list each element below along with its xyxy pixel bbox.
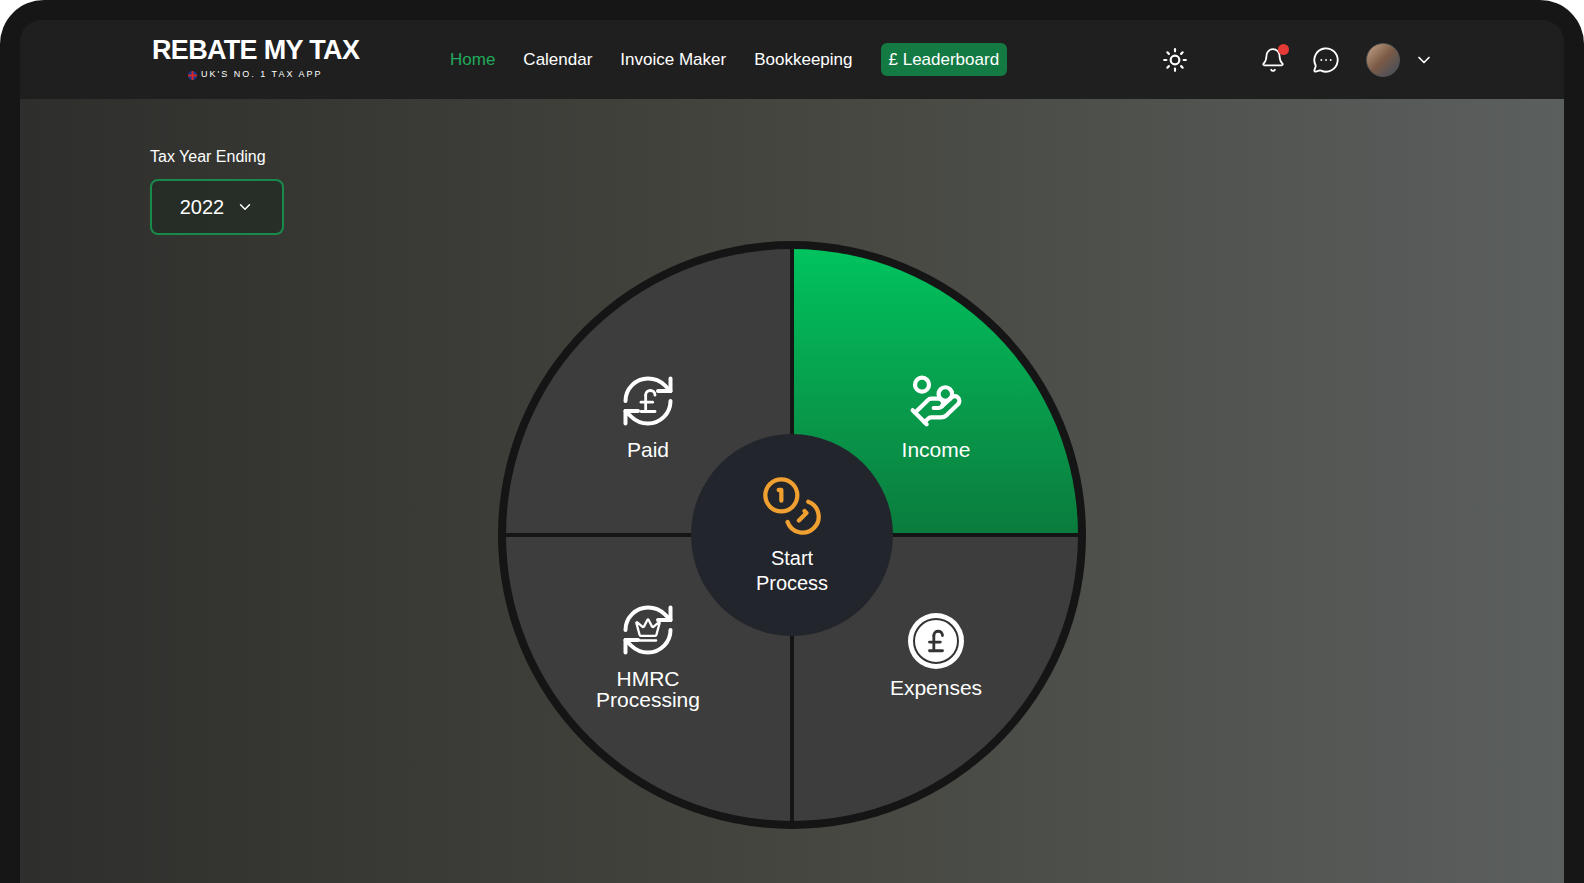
notifications-button[interactable] bbox=[1260, 47, 1286, 73]
home-body: Tax Year Ending 2022 PaidIncomeHMRC Proces… bbox=[20, 99, 1564, 883]
pound-coin-icon bbox=[908, 613, 964, 669]
page: REBATE MY TAXUK'S NO. 1 TAX APP Home Calen… bbox=[0, 0, 1584, 883]
tax-year-select[interactable]: 2022 bbox=[150, 179, 284, 235]
crown-refresh-icon bbox=[618, 600, 678, 660]
tax-year-label: Tax Year Ending bbox=[150, 145, 1564, 169]
pound-refresh-icon bbox=[618, 371, 678, 431]
start-process-button[interactable]: Start Process bbox=[691, 434, 893, 636]
top-bar: REBATE MY TAXUK'S NO. 1 TAX APP Home Calen… bbox=[20, 20, 1564, 99]
theme-sun-icon[interactable] bbox=[1162, 47, 1188, 73]
chat-icon[interactable] bbox=[1312, 46, 1340, 74]
screen: REBATE MY TAXUK'S NO. 1 TAX APP Home Calen… bbox=[20, 20, 1564, 883]
nav-link[interactable]: Calendar bbox=[523, 47, 592, 73]
process-wheel: PaidIncomeHMRC ProcessingExpensesStart P… bbox=[498, 241, 1086, 829]
avatar[interactable] bbox=[1366, 43, 1400, 77]
chevron-down-icon bbox=[236, 198, 254, 216]
device-frame: REBATE MY TAXUK'S NO. 1 TAX APP Home Calen… bbox=[0, 0, 1584, 883]
nav-link[interactable]: Home bbox=[450, 47, 495, 73]
uk-flag-icon bbox=[188, 71, 197, 80]
unread-dot bbox=[1278, 44, 1289, 55]
nav-link[interactable]: Bookkeeping bbox=[754, 47, 852, 73]
nav-link[interactable]: Invoice Maker bbox=[620, 47, 726, 73]
leaderboard-button[interactable]: £ Leaderboard bbox=[881, 43, 1008, 77]
coins-icon bbox=[760, 474, 824, 538]
logo[interactable]: REBATE MY TAXUK'S NO. 1 TAX APP bbox=[152, 37, 442, 82]
chevron-down-icon[interactable] bbox=[1414, 50, 1434, 70]
hand-coins-icon bbox=[906, 371, 966, 431]
main-nav: Home Calendar Invoice Maker Bookkeeping £ Le… bbox=[450, 43, 1007, 77]
